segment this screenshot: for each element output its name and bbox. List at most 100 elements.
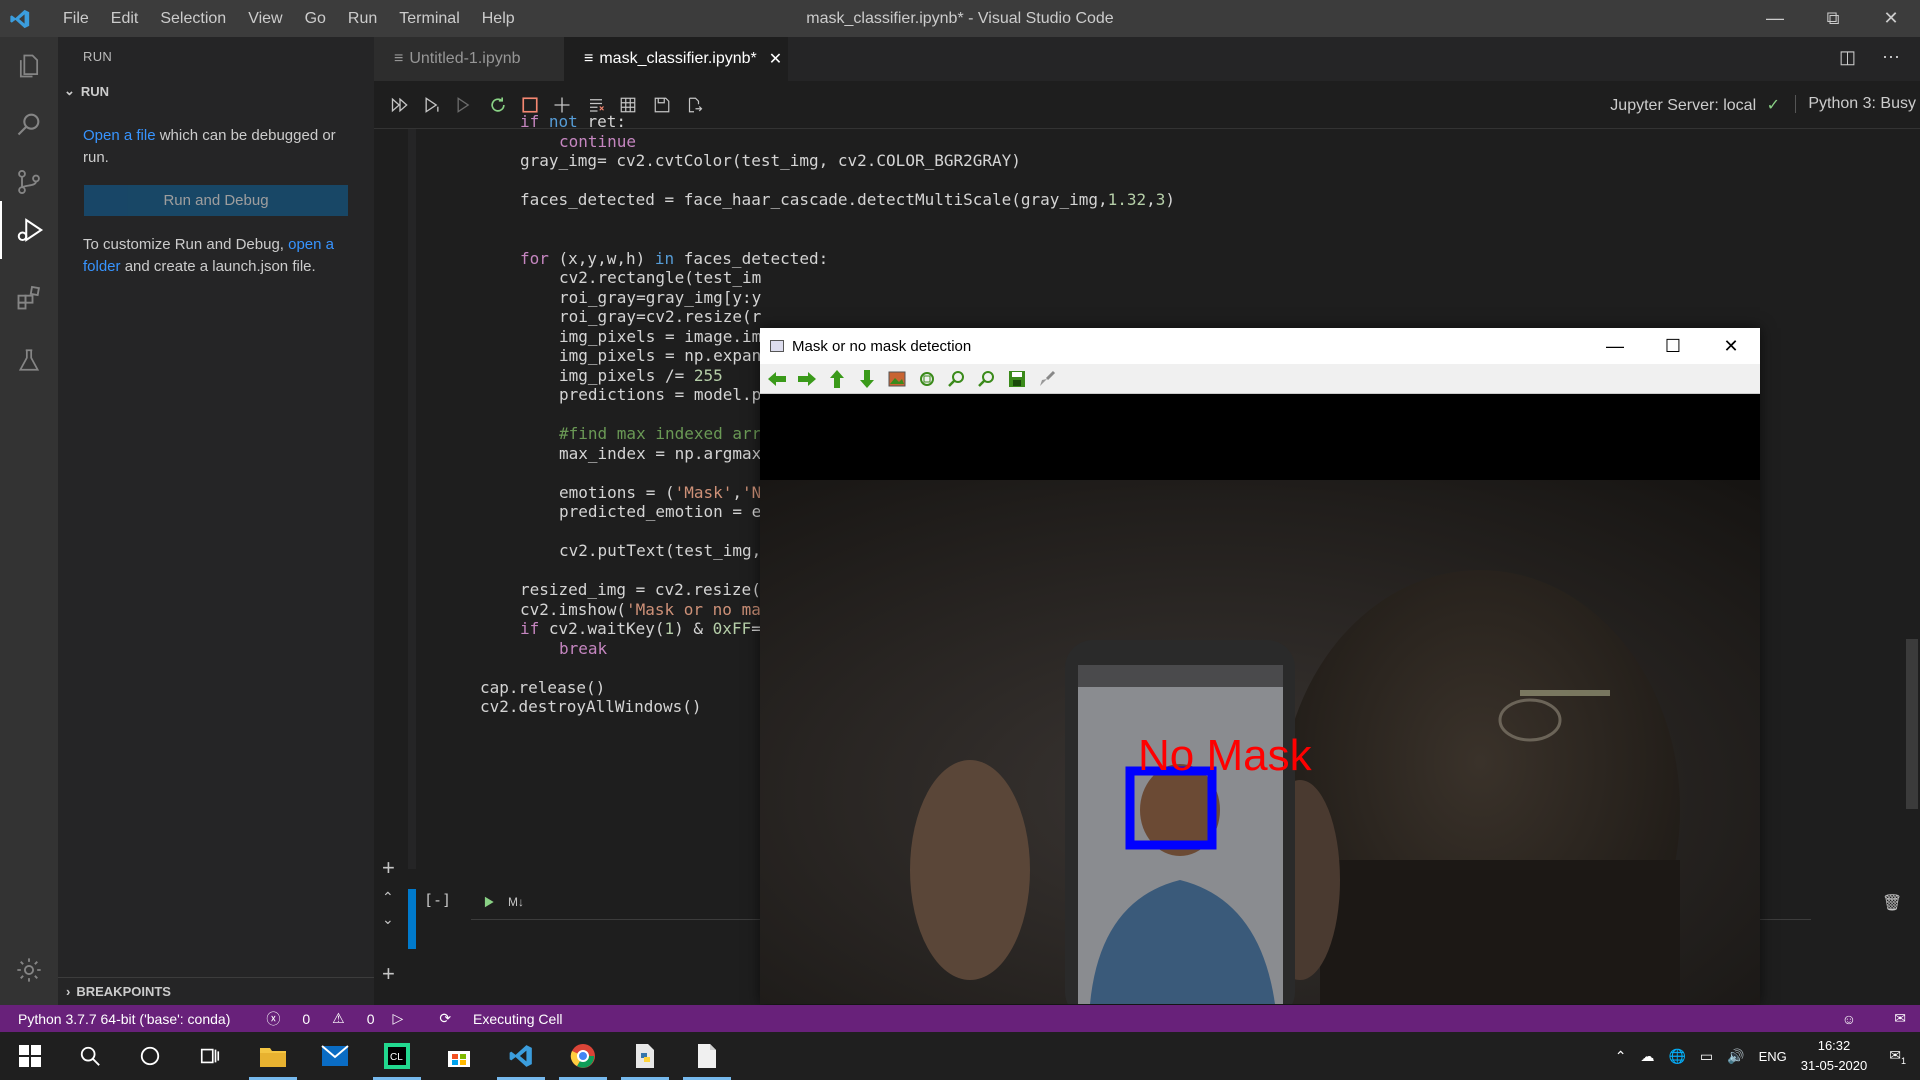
move-down-icon[interactable]: ⌄ (382, 911, 394, 928)
testing-flask-icon[interactable] (0, 331, 58, 389)
menu-go[interactable]: Go (294, 0, 337, 37)
code-token: 'Mask' (674, 482, 733, 502)
popup-maximize-icon[interactable]: ☐ (1644, 328, 1702, 364)
run-cell-icon[interactable] (482, 895, 496, 914)
popup-close-icon[interactable]: ✕ (1702, 328, 1760, 364)
search-icon[interactable] (0, 95, 58, 153)
minimize-icon[interactable]: — (1746, 0, 1804, 37)
chrome-icon[interactable] (559, 1032, 607, 1080)
add-cell-bottom-icon[interactable]: + (382, 961, 395, 987)
search-taskbar-icon[interactable] (66, 1032, 114, 1080)
extensions-icon[interactable] (0, 269, 58, 327)
restart-kernel-icon[interactable] (486, 93, 510, 117)
properties-brush-icon[interactable] (1036, 368, 1058, 390)
menu-file[interactable]: File (52, 0, 100, 37)
code-token: resized_img = cv2.resize( (520, 580, 761, 599)
warning-count: 0 (366, 1010, 375, 1027)
webcam-frame: No Mask (760, 480, 1760, 1004)
run-section-header[interactable]: ⌄ RUN (64, 83, 109, 99)
menu-run[interactable]: Run (337, 0, 388, 37)
document-window-icon[interactable] (683, 1032, 731, 1080)
store-icon[interactable] (435, 1032, 483, 1080)
jupyter-server-label: Jupyter Server: local (1610, 97, 1757, 114)
export-icon[interactable] (682, 93, 706, 117)
open-file-message: Open a file which can be debugged or run… (83, 125, 363, 169)
close-icon[interactable]: ✕ (1862, 0, 1920, 37)
network-globe-icon[interactable]: 🌐 (1668, 1048, 1685, 1065)
jupyter-server-status[interactable]: Jupyter Server: local ✓ (1610, 95, 1780, 115)
windows-start-icon[interactable] (6, 1032, 54, 1080)
explorer-icon[interactable] (0, 37, 58, 95)
save-image-icon[interactable] (1006, 368, 1028, 390)
python-app-icon[interactable] (621, 1032, 669, 1080)
move-up-icon[interactable]: ⌃ (382, 889, 394, 906)
notifications-bell-icon[interactable]: ✉ (1894, 1010, 1906, 1027)
chevron-up-icon[interactable]: ⌃ (1615, 1048, 1627, 1065)
run-and-debug-button[interactable]: Run and Debug (84, 185, 348, 216)
menu-edit[interactable]: Edit (100, 0, 150, 37)
run-debug-icon[interactable] (0, 201, 58, 259)
kernel-status[interactable]: Python 3: Busy (1795, 95, 1916, 113)
delete-cell-icon[interactable]: 🗑 (1882, 893, 1902, 913)
zoom-in-icon[interactable] (946, 368, 968, 390)
cell-type-markdown[interactable]: M↓ (508, 895, 524, 909)
file-explorer-icon[interactable] (249, 1032, 297, 1080)
zoom-out-icon[interactable] (976, 368, 998, 390)
code-line: emotions = ('Mask','N (559, 483, 761, 502)
more-actions-icon[interactable]: ⋯ (1882, 47, 1900, 68)
add-cell-plus-icon[interactable]: + (382, 855, 395, 881)
clion-icon[interactable]: CL (373, 1032, 421, 1080)
vscode-taskbar-icon[interactable] (497, 1032, 545, 1080)
problems-indicator[interactable]: ⓧ 0 ⚠ 0 (248, 1009, 374, 1029)
close-tab-icon[interactable]: ✕ (769, 49, 782, 69)
menu-bar: File Edit Selection View Go Run Terminal Help (52, 0, 526, 37)
clock-time: 16:32 (1817, 1038, 1851, 1053)
menu-view[interactable]: View (237, 0, 293, 37)
cortana-icon[interactable] (126, 1032, 174, 1080)
python-interpreter[interactable]: Python 3.7.7 64-bit ('base': conda) (18, 1011, 230, 1027)
sync-icon: ⟳ (439, 1010, 452, 1026)
detection-label: No Mask (1138, 731, 1313, 780)
split-editor-icon[interactable]: ◫ (1839, 47, 1856, 68)
code-token: 'N (742, 482, 762, 502)
arrow-down-icon[interactable] (856, 368, 878, 390)
breakpoints-section[interactable]: › BREAKPOINTS (58, 977, 374, 1005)
arrow-up-icon[interactable] (826, 368, 848, 390)
popup-title-bar[interactable]: Mask or no mask detection — ☐ ✕ (760, 328, 1760, 364)
save-icon[interactable] (650, 93, 674, 117)
feedback-icon[interactable]: ☺ (1842, 1011, 1856, 1027)
language-indicator[interactable]: ENG (1759, 1049, 1787, 1064)
code-token: break (559, 638, 608, 658)
run-sidebar: RUN ⌄ RUN Open a file which can be debug… (58, 37, 374, 1005)
popup-minimize-icon[interactable]: — (1586, 328, 1644, 364)
battery-icon[interactable]: ▭ (1700, 1048, 1713, 1065)
code-token: for (520, 248, 559, 268)
menu-help[interactable]: Help (471, 0, 526, 37)
run-below-icon[interactable] (452, 93, 476, 117)
tab-untitled[interactable]: ≡ Untitled-1.ipynb (374, 37, 564, 81)
editor-tabs: ≡ Untitled-1.ipynb ≡ mask_classifier.ipy… (374, 37, 1920, 81)
arrow-left-icon[interactable] (766, 368, 788, 390)
action-center-icon[interactable]: ✉1 (1889, 1047, 1906, 1066)
webcam-image: No Mask (760, 480, 1760, 1004)
settings-gear-icon[interactable] (0, 941, 58, 999)
tab-mask-classifier[interactable]: ≡ mask_classifier.ipynb* ✕ (564, 37, 788, 81)
vertical-scrollbar[interactable] (1906, 639, 1918, 809)
onedrive-icon[interactable]: ☁ (1640, 1048, 1654, 1065)
vscode-logo-icon (0, 0, 40, 37)
volume-icon[interactable]: 🔊 (1727, 1048, 1744, 1065)
restore-icon[interactable]: ⧉ (1804, 0, 1862, 37)
run-above-icon[interactable] (420, 93, 444, 117)
mail-icon[interactable] (311, 1032, 359, 1080)
menu-selection[interactable]: Selection (149, 0, 237, 37)
zoom-fit-icon[interactable] (916, 368, 938, 390)
task-view-icon[interactable] (186, 1032, 234, 1080)
arrow-right-icon[interactable] (796, 368, 818, 390)
open-file-link[interactable]: Open a file (83, 127, 156, 144)
clock[interactable]: 16:32 31-05-2020 (1801, 1036, 1868, 1076)
menu-terminal[interactable]: Terminal (388, 0, 470, 37)
code-token: in (654, 248, 684, 268)
image-icon[interactable] (886, 368, 908, 390)
run-play-icon[interactable]: ▷ (393, 1010, 404, 1027)
run-all-icon[interactable] (388, 93, 412, 117)
